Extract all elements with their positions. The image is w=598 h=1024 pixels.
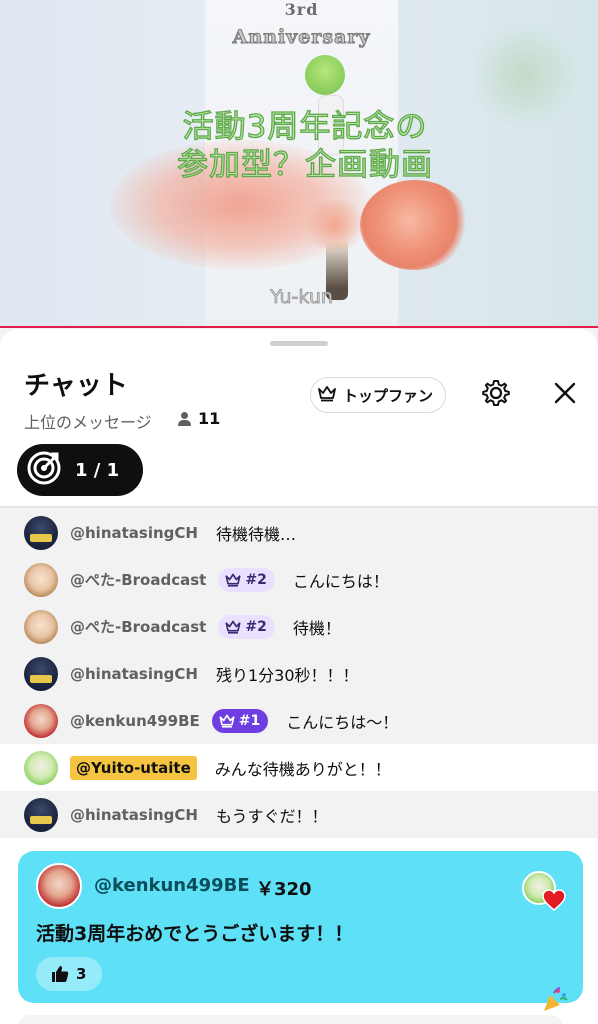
message-list[interactable]: @hinatasingCH 待機待機… @ぺた-Broadcast #2 こんに… [0,509,598,838]
rank-label: #1 [238,712,261,729]
header-divider [0,506,598,508]
avatar[interactable] [24,515,58,550]
video-character-head [305,55,345,95]
like-button[interactable]: 3 [36,957,103,991]
gear-icon [481,378,511,412]
owner-author-badge[interactable]: @Yuito-utaite [70,755,197,780]
goal-target-icon [27,451,61,490]
avatar[interactable] [24,656,58,691]
avatar[interactable] [24,797,58,832]
chat-message[interactable]: @ぺた-Broadcast #2 待機！ [0,603,598,650]
message-text: こんにちは〜！ [286,712,399,732]
chat-message[interactable]: @ぺた-Broadcast #2 こんにちは！ [0,556,598,603]
top-fan-label: トップファン [343,386,434,405]
thumbs-up-icon [52,966,69,982]
message-text: 残り1分30秒！！！ [215,665,359,685]
video-channel-name: Yu-kun [270,286,334,309]
person-icon [176,411,192,427]
message-text: みんな待機ありがと！！ [214,759,391,779]
top-fan-button[interactable]: トップファン [310,377,447,413]
video-title-top: 3rd [284,0,319,19]
message-author[interactable]: @ぺた-Broadcast [70,616,206,637]
video-decor-glow [470,20,580,130]
viewer-count-value: 11 [198,409,221,428]
super-chat-text: 活動3周年おめでとうございます！！ [36,923,354,945]
video-rose [360,180,470,270]
video-main-line-2: 参加型？企画動画 [176,146,433,183]
avatar[interactable] [24,562,58,597]
super-chat-author[interactable]: @kenkun499BE [94,875,250,896]
super-chat-amount: ￥320 [256,879,312,900]
top-fan-rank-badge: #1 [211,708,269,733]
message-text: もうすぐだ！！ [215,806,328,826]
chat-message[interactable]: @hinatasingCH 待機待機… [0,509,598,556]
crown-icon [225,573,241,587]
message-text: 待機待機… [215,524,296,544]
crown-icon [317,384,337,406]
goal-progress-text: 1 / 1 [75,459,120,481]
message-author[interactable]: @hinatasingCH [70,665,198,683]
top-fan-rank-badge: #2 [218,567,275,592]
next-message-card [18,1015,563,1024]
message-text: こんにちは！ [292,571,389,591]
chat-message[interactable]: @kenkun499BE #1 こんにちは〜！ [0,697,598,744]
chat-panel: チャット 上位のメッセージ 11 トップファン 1 / 1 @hinatasin… [0,329,598,1024]
avatar[interactable] [24,750,58,785]
close-button[interactable] [545,375,585,415]
message-author[interactable]: @kenkun499BE [70,712,200,730]
chat-title: チャット [24,371,128,401]
drag-handle[interactable] [270,341,328,346]
chat-mode-dropdown[interactable]: 上位のメッセージ [24,409,152,433]
avatar[interactable] [36,863,82,909]
video-progress-bar[interactable] [0,326,598,328]
party-popper-icon [544,987,568,1011]
avatar[interactable] [24,703,58,738]
crown-icon [219,714,235,728]
chat-message[interactable]: @hinatasingCH 残り1分30秒！！！ [0,650,598,697]
message-text: 待機！ [292,618,341,638]
message-author[interactable]: @ぺた-Broadcast [70,569,206,590]
top-fan-rank-badge: #2 [218,614,275,639]
rank-label: #2 [245,571,267,588]
like-count: 3 [76,965,87,983]
super-chat-card[interactable]: @kenkun499BE ￥320 活動3周年おめでとうございます！！ 3 [18,851,583,1003]
close-icon [553,381,577,409]
goal-progress-pill[interactable]: 1 / 1 [17,444,143,496]
heart-icon [542,889,566,911]
avatar[interactable] [24,609,58,644]
video-main-line-1: 活動3周年記念の [182,108,428,145]
viewer-count: 11 [176,409,220,428]
message-author[interactable]: @hinatasingCH [70,524,198,542]
video-player[interactable]: 3rd Anniversary 活動3周年記念の 参加型？企画動画 Yu-kun [0,0,598,328]
chat-message-owner[interactable]: @Yuito-utaite みんな待機ありがと！！ [0,744,598,791]
crown-icon [225,620,241,634]
message-author[interactable]: @hinatasingCH [70,806,198,824]
settings-button[interactable] [476,375,516,415]
rank-label: #2 [245,618,267,635]
chat-message[interactable]: @hinatasingCH もうすぐだ！！ [0,791,598,838]
video-main-title: 活動3周年記念の 参加型？企画動画 [130,108,480,184]
video-anniversary-text: Anniversary [232,26,371,49]
